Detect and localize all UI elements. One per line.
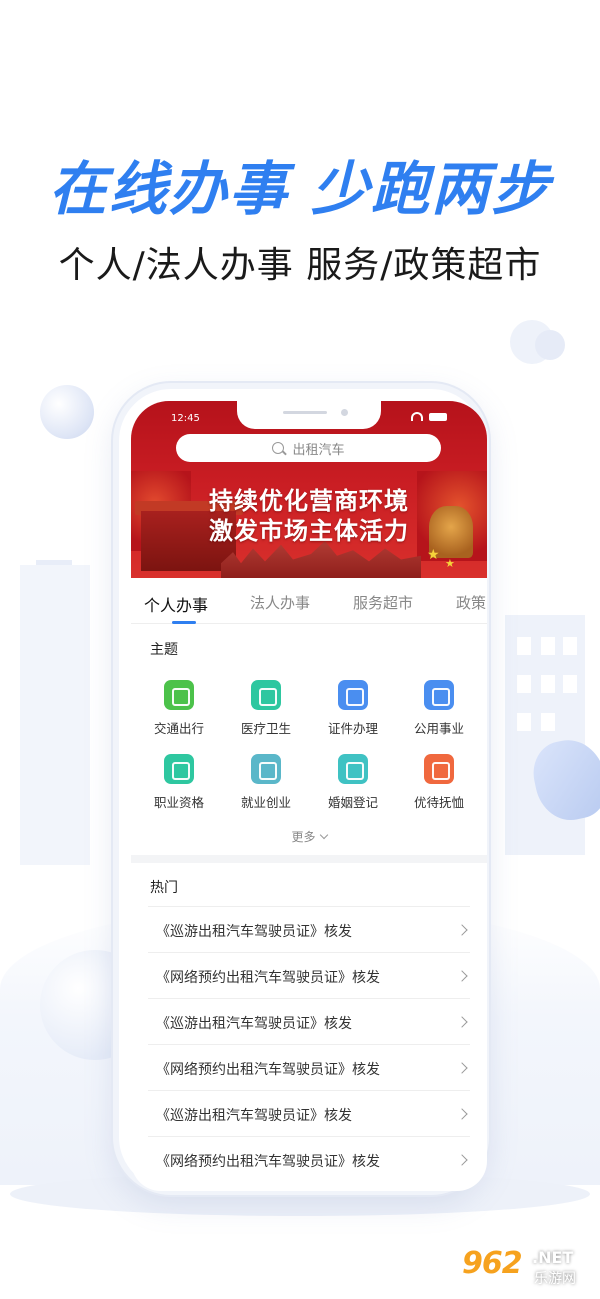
phone-screen: ★ ★ 持续优化营商环境 激发市场主体活力 12:45 出租汽车 个人办事 法人… <box>131 401 487 1191</box>
theme-item[interactable]: 公用事业 <box>399 680 479 737</box>
theme-label: 职业资格 <box>153 795 204 810</box>
promo-headline: 在线办事 少跑两步 <box>48 155 552 223</box>
theme-item[interactable]: 婚姻登记 <box>313 754 393 811</box>
car-icon <box>164 680 194 710</box>
chevron-right-icon <box>456 1062 468 1074</box>
heart-hands-icon <box>424 754 454 784</box>
camera-icon <box>341 409 348 416</box>
decorative-bubble <box>535 330 565 360</box>
banner-slogan-line2: 激发市场主体活力 <box>209 516 409 545</box>
theme-label: 交通出行 <box>153 721 204 736</box>
chevron-right-icon <box>456 1016 468 1028</box>
tab-service-market[interactable]: 服务超市 <box>353 592 413 613</box>
watermark-domain: .NET <box>532 1248 574 1267</box>
theme-item[interactable]: 就业创业 <box>226 754 306 811</box>
calendar-heart-icon <box>338 754 368 784</box>
star-icon: ★ <box>427 547 440 563</box>
decorative-building <box>20 565 90 865</box>
tab-legal-person[interactable]: 法人办事 <box>250 592 310 613</box>
site-watermark: 962 .NET 乐游网 <box>462 1244 592 1294</box>
list-item[interactable]: 《网络预约出租汽车驾驶员证》核发 <box>148 1136 470 1182</box>
certificate-icon <box>164 754 194 784</box>
promo-subline: 个人/法人办事 服务/政策超市 <box>58 245 542 286</box>
presentation-icon <box>424 680 454 710</box>
speaker-icon <box>283 411 327 414</box>
section-divider <box>131 855 487 863</box>
more-label: 更多 <box>291 830 316 844</box>
status-time: 12:45 <box>171 413 200 424</box>
chevron-right-icon <box>456 970 468 982</box>
wifi-icon <box>411 412 423 421</box>
theme-label: 证件办理 <box>327 721 378 736</box>
decorative-bubble <box>40 385 94 439</box>
list-item-label: 《网络预约出租汽车驾驶员证》核发 <box>156 1154 380 1170</box>
more-button[interactable]: 更多 <box>131 828 487 845</box>
phone-notch <box>237 401 381 429</box>
list-item-label: 《网络预约出租汽车驾驶员证》核发 <box>156 1062 380 1078</box>
list-item[interactable]: 《巡游出租汽车驾驶员证》核发 <box>148 998 470 1044</box>
themes-title: 主题 <box>150 642 178 658</box>
watermark-number: 962 <box>462 1246 523 1281</box>
list-item-label: 《巡游出租汽车驾驶员证》核发 <box>156 1108 352 1124</box>
startup-icon <box>251 754 281 784</box>
status-icons <box>411 412 447 421</box>
search-input[interactable]: 出租汽车 <box>176 434 441 462</box>
theme-item[interactable]: 证件办理 <box>313 680 393 737</box>
medical-icon <box>251 680 281 710</box>
list-item-label: 《巡游出租汽车驾驶员证》核发 <box>156 1016 352 1032</box>
tab-bar: 个人办事 法人办事 服务超市 政策 <box>131 578 487 624</box>
theme-label: 优待抚恤 <box>413 795 464 810</box>
list-item[interactable]: 《巡游出租汽车驾驶员证》核发 <box>148 906 470 952</box>
list-item-label: 《巡游出租汽车驾驶员证》核发 <box>156 924 352 940</box>
theme-item[interactable]: 医疗卫生 <box>226 680 306 737</box>
search-icon <box>272 442 285 454</box>
tab-personal[interactable]: 个人办事 <box>144 592 208 616</box>
active-tab-indicator <box>172 621 196 624</box>
hot-title: 热门 <box>150 880 178 896</box>
chevron-right-icon <box>456 924 468 936</box>
city-skyline <box>221 541 421 578</box>
theme-label: 医疗卫生 <box>240 721 291 736</box>
theme-label: 公用事业 <box>413 721 464 736</box>
battery-icon <box>429 412 447 421</box>
theme-item[interactable]: 交通出行 <box>139 680 219 737</box>
list-item[interactable]: 《网络预约出租汽车驾驶员证》核发 <box>148 1044 470 1090</box>
list-item-label: 《网络预约出租汽车驾驶员证》核发 <box>156 970 380 986</box>
chevron-right-icon <box>456 1154 468 1166</box>
id-card-icon <box>338 680 368 710</box>
theme-label: 婚姻登记 <box>327 795 378 810</box>
chevron-right-icon <box>456 1108 468 1120</box>
tab-policy[interactable]: 政策 <box>456 592 486 613</box>
theme-label: 就业创业 <box>240 795 291 810</box>
watermark-site: 乐游网 <box>534 1271 576 1287</box>
theme-item[interactable]: 职业资格 <box>139 754 219 811</box>
star-icon: ★ <box>445 557 455 570</box>
list-item[interactable]: 《网络预约出租汽车驾驶员证》核发 <box>148 952 470 998</box>
list-item[interactable]: 《巡游出租汽车驾驶员证》核发 <box>148 1090 470 1136</box>
search-placeholder: 出租汽车 <box>292 442 345 458</box>
theme-item[interactable]: 优待抚恤 <box>399 754 479 811</box>
chevron-down-icon <box>319 830 328 840</box>
